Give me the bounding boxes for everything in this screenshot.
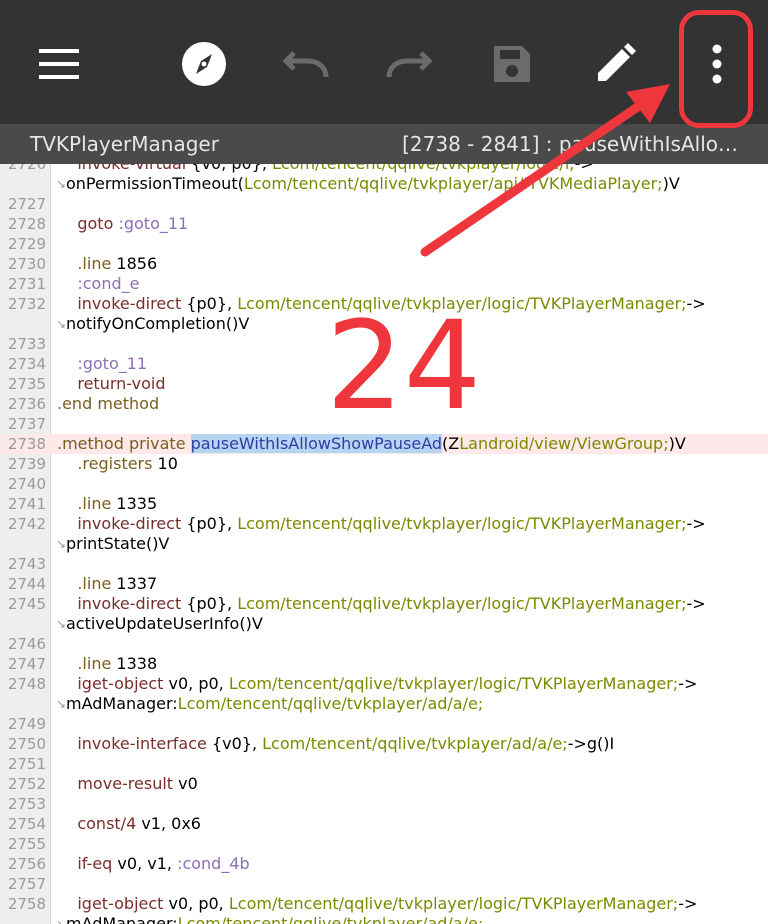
annotation-step-number: 24 <box>326 295 482 437</box>
annotation-arrow <box>420 84 670 257</box>
